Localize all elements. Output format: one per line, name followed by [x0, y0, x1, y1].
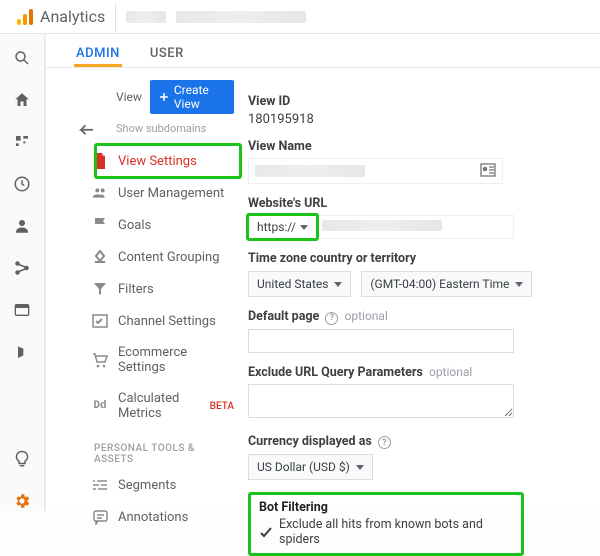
view-label: View	[116, 90, 142, 104]
people-icon	[92, 185, 108, 201]
menu-view-settings[interactable]: View Settings	[46, 145, 234, 177]
menu-label: Ecommerce Settings	[118, 345, 234, 375]
audience-icon[interactable]	[12, 216, 32, 236]
protocol-value: https://	[257, 220, 296, 234]
menu-content-grouping[interactable]: Content Grouping	[46, 241, 234, 273]
exclude-params-input[interactable]	[248, 384, 514, 418]
analytics-icon	[16, 8, 34, 26]
create-view-label: Create View	[174, 83, 224, 111]
menu-label: Calculated Metrics	[118, 391, 197, 421]
menu-filters[interactable]: Filters	[46, 273, 234, 305]
menu-label: Channel Settings	[118, 314, 216, 329]
chevron-down-icon	[334, 282, 342, 287]
account-breadcrumb-redacted	[126, 11, 166, 23]
menu-goals[interactable]: Goals	[46, 209, 234, 241]
menu-user-management[interactable]: User Management	[46, 177, 234, 209]
behavior-icon[interactable]	[12, 300, 32, 320]
country-value: United States	[257, 277, 328, 291]
country-select[interactable]: United States	[248, 271, 351, 297]
menu-channel-settings[interactable]: Channel Settings	[46, 305, 234, 337]
url-value-redacted[interactable]	[316, 216, 513, 238]
menu-segments[interactable]: Segments	[46, 469, 234, 501]
currency-label: Currency displayed as ?	[248, 434, 586, 450]
filter-icon	[92, 281, 108, 297]
checkmark-icon	[259, 525, 273, 539]
admin-icon[interactable]	[12, 491, 32, 511]
default-page-label: Default page ? optional	[248, 309, 586, 325]
view-menu: View Settings User Management Goals Cont…	[46, 145, 234, 533]
view-id-value: 180195918	[248, 112, 586, 127]
timezone-label: Time zone country or territory	[248, 251, 586, 266]
menu-label: View Settings	[118, 154, 197, 169]
chevron-down-icon	[515, 282, 523, 287]
cart-icon	[92, 352, 108, 368]
url-row: https://	[248, 215, 514, 239]
chevron-down-icon	[300, 225, 308, 230]
back-icon[interactable]	[78, 122, 96, 136]
realtime-icon[interactable]	[12, 174, 32, 194]
help-icon[interactable]: ?	[378, 436, 391, 449]
view-sidebar: View Create View Show subdomains View Se…	[46, 68, 234, 556]
beta-badge: BETA	[210, 401, 234, 412]
plus-icon	[160, 92, 168, 102]
protocol-select[interactable]: https://	[246, 213, 319, 241]
timezone-value: (GMT-04:00) Eastern Time	[370, 277, 509, 291]
dd-icon: Dd	[92, 398, 108, 414]
section-personal-tools: PERSONAL TOOLS & ASSETS	[46, 429, 234, 469]
flag-icon	[92, 217, 108, 233]
dashboard-icon[interactable]	[12, 132, 32, 152]
view-name-row	[248, 158, 503, 184]
segments-icon	[92, 477, 108, 493]
home-icon[interactable]	[12, 90, 32, 110]
main-content: ADMIN USER View Create View Show subdoma…	[45, 34, 600, 511]
product-name: Analytics	[40, 7, 105, 26]
default-page-input[interactable]	[248, 329, 514, 353]
contacts-icon[interactable]	[480, 163, 496, 179]
view-id-label: View ID	[248, 94, 586, 109]
bot-filtering-title: Bot Filtering	[259, 500, 513, 515]
url-label: Website's URL	[248, 196, 586, 211]
annotation-icon	[92, 509, 108, 525]
menu-label: Annotations	[118, 510, 188, 525]
currency-value: US Dollar (USD $)	[257, 460, 350, 474]
grouping-icon	[92, 249, 108, 265]
exclude-params-label: Exclude URL Query Parameters optional	[248, 365, 586, 380]
help-icon[interactable]: ?	[325, 312, 338, 325]
currency-select[interactable]: US Dollar (USD $)	[248, 454, 373, 480]
create-view-button[interactable]: Create View	[150, 80, 234, 114]
conversions-icon[interactable]	[12, 342, 32, 362]
menu-annotations[interactable]: Annotations	[46, 501, 234, 533]
timezone-select[interactable]: (GMT-04:00) Eastern Time	[361, 271, 532, 297]
menu-ecommerce[interactable]: Ecommerce Settings	[46, 337, 234, 383]
view-name-redacted	[255, 165, 365, 177]
header-divider	[115, 3, 116, 31]
document-icon	[92, 153, 108, 169]
view-name-label: View Name	[248, 139, 586, 154]
bot-filter-label: Exclude all hits from known bots and spi…	[279, 517, 513, 547]
bot-filtering-box: Bot Filtering Exclude all hits from know…	[248, 492, 524, 556]
app-header: Analytics	[0, 0, 600, 34]
tab-user[interactable]: USER	[148, 40, 186, 67]
settings-form: View ID 180195918 View Name Website's UR…	[234, 68, 600, 556]
menu-label: Content Grouping	[118, 250, 220, 265]
product-logo: Analytics	[16, 7, 105, 26]
chevron-down-icon	[356, 465, 364, 470]
menu-label: Goals	[118, 218, 151, 233]
left-icon-rail	[0, 34, 45, 511]
acquisition-icon[interactable]	[12, 258, 32, 278]
show-subdomains-text: Show subdomains	[46, 120, 234, 145]
menu-label: User Management	[118, 186, 224, 201]
tab-admin[interactable]: ADMIN	[74, 40, 122, 67]
bot-filter-row[interactable]: Exclude all hits from known bots and spi…	[259, 517, 513, 547]
menu-label: Segments	[118, 478, 176, 493]
search-icon[interactable]	[12, 48, 32, 68]
discover-icon[interactable]	[12, 449, 32, 469]
admin-tabs: ADMIN USER	[46, 34, 600, 68]
menu-calculated-metrics[interactable]: Dd Calculated Metrics BETA	[46, 383, 234, 429]
menu-label: Filters	[118, 282, 154, 297]
channel-icon	[92, 313, 108, 329]
property-breadcrumb-redacted	[176, 11, 306, 23]
